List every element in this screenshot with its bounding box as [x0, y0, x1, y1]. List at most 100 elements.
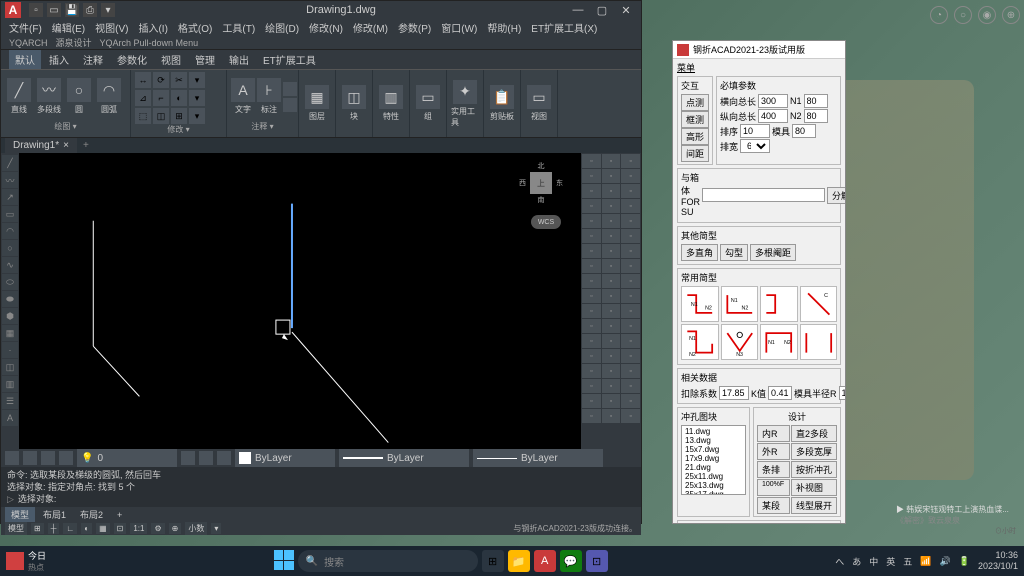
btn-azck[interactable]: 按折冲孔: [791, 461, 837, 478]
new-tab-button[interactable]: +: [77, 138, 95, 153]
rtool[interactable]: ▫: [621, 259, 640, 273]
status-scale[interactable]: 1:1: [130, 523, 147, 534]
shape-cell[interactable]: N1N2: [760, 324, 798, 360]
rtool[interactable]: ▫: [582, 244, 601, 258]
input-px[interactable]: [740, 124, 770, 138]
prop-tool[interactable]: [5, 451, 19, 465]
modify-tool[interactable]: ⌐: [153, 90, 169, 106]
list-item[interactable]: 17x9.dwg: [683, 454, 744, 463]
qat-open-icon[interactable]: ▭: [47, 3, 61, 17]
panel-label[interactable]: 注释 ▾: [231, 121, 294, 135]
status-btn[interactable]: ◐: [81, 523, 92, 534]
rtool[interactable]: ▫: [582, 319, 601, 333]
submenu-item[interactable]: 源泉设计: [56, 36, 92, 49]
shape-cell[interactable]: [800, 324, 838, 360]
tray-wifi-icon[interactable]: 📶: [920, 556, 931, 567]
btn-z2d[interactable]: 直2多段: [791, 425, 837, 442]
modify-tool[interactable]: ⊞: [171, 108, 187, 124]
search-input[interactable]: 🔍 搜索: [298, 550, 478, 572]
btn-djj[interactable]: 多直角: [681, 244, 718, 261]
tool-line[interactable]: ╱直线: [5, 78, 33, 115]
rtool[interactable]: ▫: [621, 394, 640, 408]
tool-layer[interactable]: ▦图层: [303, 85, 331, 122]
shape-cell[interactable]: N1N2: [681, 324, 719, 360]
menu-window[interactable]: 窗口(W): [437, 19, 481, 36]
btn-wr[interactable]: 外R: [757, 443, 790, 460]
qat-save-icon[interactable]: 💾: [65, 3, 79, 17]
anno-tool[interactable]: [283, 98, 297, 112]
rtool[interactable]: ▫: [602, 334, 621, 348]
panel-label[interactable]: 绘图 ▾: [5, 121, 126, 135]
rtool[interactable]: ▫: [602, 409, 621, 423]
tray-lang[interactable]: 五: [903, 555, 912, 568]
rtool[interactable]: ▫: [582, 409, 601, 423]
ribbontab-annotate[interactable]: 注释: [77, 50, 109, 69]
rtool[interactable]: ▫: [582, 379, 601, 393]
rtool[interactable]: ▫: [582, 199, 601, 213]
status-btn[interactable]: ⊡: [114, 523, 127, 534]
tray-lang[interactable]: 中: [869, 555, 878, 568]
menu-view[interactable]: 视图(V): [91, 19, 132, 36]
rtool[interactable]: ▫: [621, 349, 640, 363]
tool-props[interactable]: ▥特性: [377, 85, 405, 122]
app-other[interactable]: ⊡: [586, 550, 608, 572]
tool-group[interactable]: ▭组: [414, 85, 442, 122]
menu-file[interactable]: 文件(F): [5, 19, 46, 36]
rtool[interactable]: ▫: [582, 214, 601, 228]
ltool[interactable]: ⬢: [2, 308, 18, 324]
tab-close-icon[interactable]: ×: [63, 140, 69, 151]
ltool[interactable]: ∿: [2, 257, 18, 273]
input-n2[interactable]: [804, 109, 828, 123]
rtool[interactable]: ▫: [582, 364, 601, 378]
tray-battery-icon[interactable]: 🔋: [959, 556, 970, 567]
rtool[interactable]: ▫: [602, 349, 621, 363]
shape-cell[interactable]: [760, 286, 798, 322]
ltool[interactable]: ◫: [2, 359, 18, 375]
ltool[interactable]: ◠: [2, 223, 18, 239]
anno-tool[interactable]: [283, 82, 297, 96]
ltool[interactable]: ▦: [2, 325, 18, 341]
menu-et[interactable]: ET扩展工具(X): [527, 19, 601, 36]
qat-more-icon[interactable]: ▾: [101, 3, 115, 17]
input-hxzc[interactable]: [758, 94, 788, 108]
btn-kc[interactable]: 框测: [681, 111, 709, 128]
menu-help[interactable]: 帮助(H): [483, 19, 525, 36]
rtool[interactable]: ▫: [621, 169, 640, 183]
ltool[interactable]: ⬬: [2, 291, 18, 307]
viewcube[interactable]: 北 南 东 西 上: [519, 161, 563, 205]
shape-cell[interactable]: C: [800, 286, 838, 322]
status-btn[interactable]: ┼: [48, 523, 60, 534]
rtool[interactable]: ▫: [621, 289, 640, 303]
ltool[interactable]: ⬭: [2, 274, 18, 290]
app-autocad[interactable]: A: [534, 550, 556, 572]
btn-md[interactable]: 某段: [757, 497, 790, 514]
minimize-button[interactable]: —: [567, 1, 589, 19]
ribbontab-view[interactable]: 视图: [155, 50, 187, 69]
ltool[interactable]: ○: [2, 240, 18, 256]
ltool[interactable]: ╱: [2, 155, 18, 171]
prop-tool[interactable]: [199, 451, 213, 465]
ltool[interactable]: ·: [2, 342, 18, 358]
tray-lang[interactable]: 英: [886, 555, 895, 568]
input-su[interactable]: [702, 188, 825, 202]
btn-xxzk[interactable]: 线型展开: [791, 497, 837, 514]
rtool[interactable]: ▫: [621, 319, 640, 333]
btn-bsg[interactable]: 补视图: [791, 479, 837, 496]
btn-ddkh[interactable]: 多段宽厚: [791, 443, 837, 460]
menu-format[interactable]: 格式(O): [174, 19, 216, 36]
input-kcxs[interactable]: [719, 386, 749, 400]
modify-tool[interactable]: ⬚: [135, 108, 151, 124]
input-kz[interactable]: [768, 386, 792, 400]
tray-icon[interactable]: ◔: [930, 6, 948, 24]
panel-label[interactable]: 修改 ▾: [135, 124, 222, 135]
status-btn[interactable]: ▦: [96, 523, 110, 534]
status-model[interactable]: 模型: [5, 522, 27, 535]
tool-clip[interactable]: 📋剪贴板: [488, 85, 516, 122]
clock[interactable]: 10:36 2023/10/1: [978, 550, 1018, 572]
tray-chevron-icon[interactable]: へ: [835, 555, 844, 568]
rtool[interactable]: ▫: [582, 259, 601, 273]
rtool[interactable]: ▫: [602, 199, 621, 213]
list-item[interactable]: 11.dwg: [683, 427, 744, 436]
rtool[interactable]: ▫: [582, 154, 601, 168]
app-explorer[interactable]: 📁: [508, 550, 530, 572]
